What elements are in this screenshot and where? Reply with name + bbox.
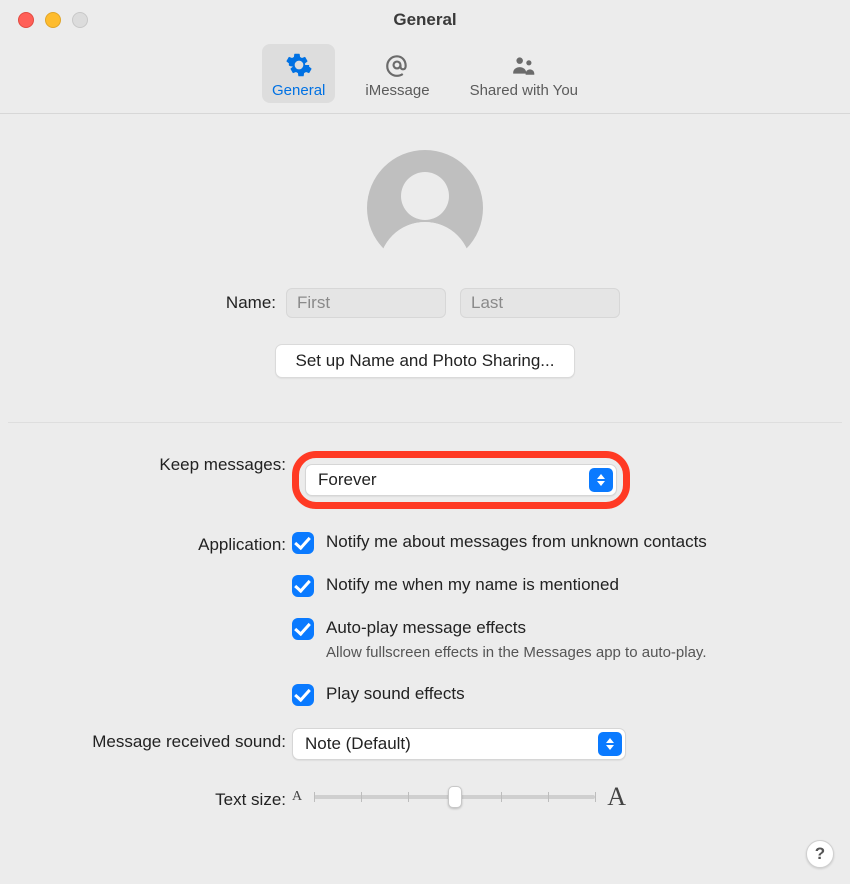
people-icon	[509, 50, 539, 80]
window-controls	[18, 12, 88, 28]
name-label: Name:	[0, 293, 286, 313]
slider-thumb[interactable]	[448, 786, 462, 808]
checkbox-name-mentioned[interactable]	[292, 575, 314, 597]
checkbox-label: Auto-play message effects Allow fullscre…	[326, 617, 707, 663]
checkbox-label: Notify me when my name is mentioned	[326, 574, 619, 596]
application-label: Application:	[0, 531, 286, 555]
checkbox-label: Play sound effects	[326, 683, 465, 705]
tab-imessage[interactable]: iMessage	[355, 44, 439, 103]
chevron-up-down-icon	[598, 732, 622, 756]
titlebar: General	[0, 0, 850, 40]
close-window-button[interactable]	[18, 12, 34, 28]
message-sound-select[interactable]: Note (Default)	[292, 728, 626, 760]
checkbox-subtext: Allow fullscreen effects in the Messages…	[326, 643, 707, 663]
text-size-big-icon: A	[607, 782, 626, 812]
first-name-field[interactable]: First	[286, 288, 446, 318]
application-options: Notify me about messages from unknown co…	[292, 531, 820, 706]
tab-shared-with-you[interactable]: Shared with You	[460, 44, 588, 103]
checkbox-label: Notify me about messages from unknown co…	[326, 531, 707, 553]
gear-icon	[284, 50, 314, 80]
minimize-window-button[interactable]	[45, 12, 61, 28]
checkbox-play-sound[interactable]	[292, 684, 314, 706]
checkbox-autoplay-effects[interactable]	[292, 618, 314, 640]
tab-label: General	[272, 82, 325, 99]
text-size-slider[interactable]: A A	[292, 782, 626, 812]
annotation-highlight: Forever	[292, 451, 630, 509]
last-name-field[interactable]: Last	[460, 288, 620, 318]
window-title: General	[0, 10, 850, 30]
fullscreen-window-button	[72, 12, 88, 28]
keep-messages-label: Keep messages:	[0, 451, 286, 475]
preferences-toolbar: General iMessage Shared with You	[0, 40, 850, 113]
sound-label: Message received sound:	[0, 728, 286, 752]
slider-track[interactable]	[314, 795, 595, 799]
tab-general[interactable]: General	[262, 44, 335, 103]
avatar-placeholder[interactable]	[367, 150, 483, 266]
at-sign-icon	[382, 50, 412, 80]
tab-label: iMessage	[365, 82, 429, 99]
tab-label: Shared with You	[470, 82, 578, 99]
message-sound-value: Note (Default)	[305, 734, 411, 754]
setup-name-photo-button[interactable]: Set up Name and Photo Sharing...	[275, 344, 576, 378]
text-size-small-icon: A	[292, 789, 302, 805]
keep-messages-value: Forever	[318, 470, 377, 490]
checkbox-unknown-contacts[interactable]	[292, 532, 314, 554]
text-size-label: Text size:	[0, 782, 286, 810]
keep-messages-select[interactable]: Forever	[305, 464, 617, 496]
help-button[interactable]: ?	[806, 840, 834, 868]
chevron-up-down-icon	[589, 468, 613, 492]
